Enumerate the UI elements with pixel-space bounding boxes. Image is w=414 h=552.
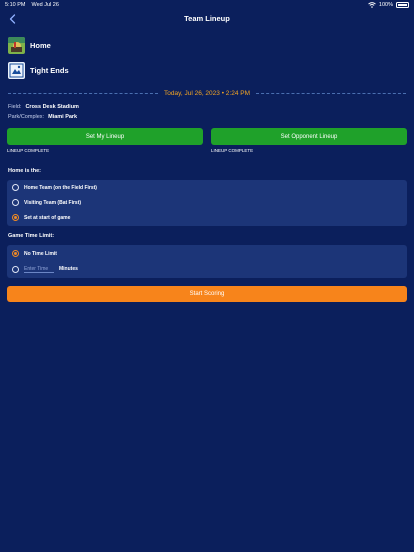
radio-button[interactable] (12, 199, 19, 206)
divider (256, 92, 406, 94)
status-time: 5:10 PM (5, 2, 26, 8)
option-enter-time[interactable]: Minutes (12, 265, 78, 273)
game-date-row: Today, Jul 26, 2023 • 2:24 PM (8, 88, 406, 98)
field-value: Cross Desk Stadium (25, 104, 79, 110)
option-label: Home Team (on the Field First) (24, 184, 97, 191)
home-team-logo (8, 37, 25, 54)
field-label: Field: (8, 104, 22, 110)
option-set-at-start[interactable]: Set at start of game (12, 214, 70, 221)
set-opponent-lineup-button[interactable]: Set Opponent Lineup (211, 128, 407, 145)
away-team-logo (8, 62, 25, 79)
home-is-options: Home Team (on the Field First) Visiting … (7, 180, 407, 226)
park-value: Miami Park (48, 114, 78, 120)
option-label: Set at start of game (24, 214, 71, 221)
minutes-input[interactable] (24, 265, 54, 273)
status-bar: 5:10 PM Wed Jul 26 100% (0, 0, 414, 10)
radio-button[interactable] (12, 265, 19, 273)
option-no-time-limit[interactable]: No Time Limit (12, 250, 57, 257)
game-date: Today, Jul 26, 2023 • 2:24 PM (164, 89, 250, 97)
option-home-team[interactable]: Home Team (on the Field First) (12, 184, 97, 191)
wifi-icon (368, 2, 376, 8)
home-is-label: Home is the: (8, 168, 42, 174)
park-info: Park/Complex: Miami Park (8, 114, 77, 120)
option-label: No Time Limit (24, 250, 57, 257)
radio-button-selected[interactable] (12, 250, 19, 257)
away-team-name: Tight Ends (30, 66, 69, 75)
option-visiting-team[interactable]: Visiting Team (Bat First) (12, 199, 81, 206)
park-label: Park/Complex: (8, 114, 45, 120)
opponent-lineup-status: LINEUP COMPLETE (211, 148, 254, 153)
my-lineup-status: LINEUP COMPLETE (7, 148, 50, 153)
home-team-row: Home (8, 37, 51, 54)
divider (8, 92, 158, 94)
radio-button-selected[interactable] (12, 214, 19, 221)
home-team-name: Home (30, 41, 51, 50)
minutes-unit: Minutes (59, 266, 78, 272)
page-title: Team Lineup (184, 14, 230, 23)
option-label: Visiting Team (Bat First) (24, 199, 82, 206)
set-my-lineup-button[interactable]: Set My Lineup (7, 128, 203, 145)
radio-button[interactable] (12, 184, 19, 191)
away-team-row: Tight Ends (8, 62, 69, 79)
nav-bar: Team Lineup (0, 10, 414, 28)
status-date: Wed Jul 26 (31, 2, 59, 8)
battery-percent: 100% (378, 2, 393, 8)
time-limit-label: Game Time Limit: (8, 233, 55, 239)
start-scoring-button[interactable]: Start Scoring (7, 286, 407, 302)
field-info: Field: Cross Desk Stadium (8, 104, 79, 110)
time-limit-options: No Time Limit Minutes (7, 245, 407, 278)
battery-icon (396, 2, 409, 8)
